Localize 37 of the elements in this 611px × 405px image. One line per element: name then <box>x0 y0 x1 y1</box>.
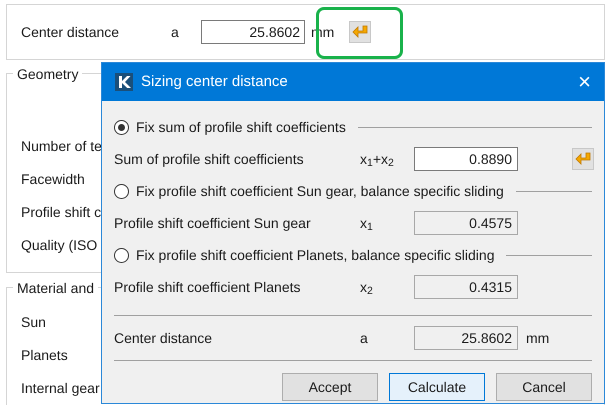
app-logo-icon <box>115 73 133 91</box>
radio-label: Fix sum of profile shift coefficients <box>136 118 346 137</box>
return-arrow-icon <box>352 25 368 39</box>
field-label: Number of te <box>21 137 102 156</box>
value-field[interactable]: 0.4575 <box>414 211 518 235</box>
field-label: Profile shift coefficient Sun gear <box>114 214 312 233</box>
symbol-label: a <box>360 328 369 348</box>
field-label: Planets <box>21 346 68 365</box>
radio-button[interactable] <box>114 184 129 198</box>
radio-label: Fix profile shift coefficient Planets, balance specific sliding <box>136 246 494 265</box>
field-label: Center distance <box>21 22 120 42</box>
value-field[interactable]: 0.4315 <box>414 275 518 299</box>
radio-button[interactable] <box>114 248 129 262</box>
field-label: Internal gear <box>21 379 100 398</box>
field-label: Sun <box>21 313 46 332</box>
unit-label: mm <box>526 328 550 348</box>
symbol-label: x$_{2}$ <box>360 278 374 298</box>
close-button[interactable]: × <box>578 71 591 93</box>
dialog-title: Sizing center distance <box>141 72 288 92</box>
symbol-label: a <box>171 22 180 42</box>
center-distance-field[interactable]: 25.8602 <box>201 20 305 44</box>
field-label: Center distance <box>114 328 214 348</box>
radio-label: Fix profile shift coefficient Sun gear, balance specific sliding <box>136 182 504 201</box>
symbol-label: x$_{1}$+x$_{2}$ <box>360 150 395 170</box>
dialog-button[interactable]: Accept <box>282 373 378 401</box>
dialog-button[interactable]: Calculate <box>389 373 485 401</box>
value-field[interactable]: 0.8890 <box>414 147 518 171</box>
field-label: Quality (ISO <box>21 236 98 255</box>
value-field: 25.8602 <box>414 326 518 350</box>
symbol-label: x$_{1}$ <box>360 214 374 234</box>
field-label: Sum of profile shift coefficients <box>114 150 305 169</box>
field-label: Profile shift coefficient Planets <box>114 278 302 296</box>
radio-button[interactable] <box>114 120 129 134</box>
return-arrow-icon <box>575 152 591 166</box>
dialog-button[interactable]: Cancel <box>496 373 592 401</box>
field-label: Facewidth <box>21 170 85 189</box>
field-label: Profile shift c <box>21 203 102 222</box>
